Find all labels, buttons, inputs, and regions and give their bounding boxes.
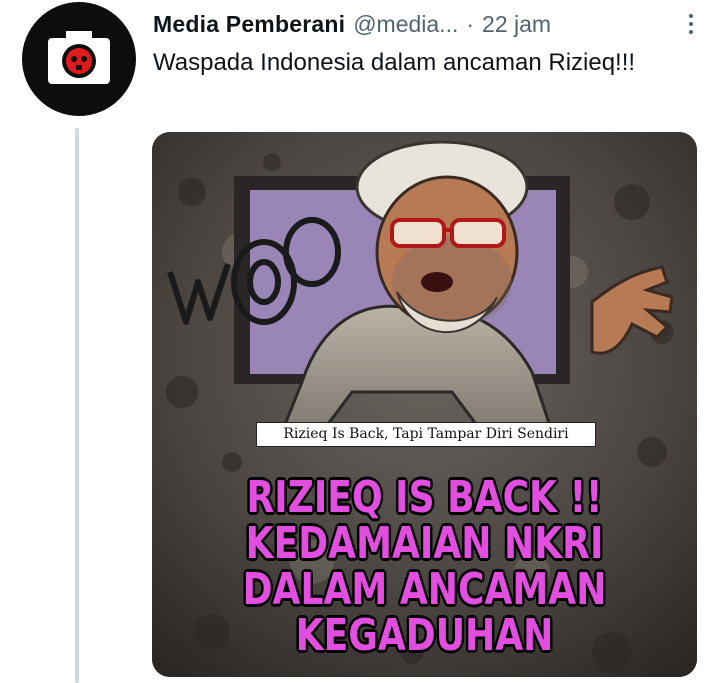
timestamp[interactable]: 22 jam	[482, 11, 551, 38]
avatar[interactable]	[22, 2, 136, 116]
headline-line: KEDAMAIAN NKRI	[245, 518, 604, 569]
headline-line: RIZIEQ IS BACK !!	[246, 472, 603, 523]
image-caption: Rizieq Is Back, Tapi Tampar Diri Sendiri	[256, 422, 596, 447]
camera-skull-icon	[48, 31, 110, 84]
tweet-header: Media Pemberani @media... · 22 jam	[153, 6, 709, 42]
author-name[interactable]: Media Pemberani	[153, 11, 345, 38]
author-handle[interactable]: @media...	[353, 11, 458, 38]
more-vertical-icon[interactable]	[679, 10, 703, 40]
separator-dot: ·	[466, 10, 475, 37]
tweet-text: Waspada Indonesia dalam ancaman Rizieq!!…	[153, 49, 636, 76]
headline-line: DALAM ANCAMAN	[242, 564, 607, 615]
thread-line	[75, 128, 79, 683]
tweet-image[interactable]: Rizieq Is Back, Tapi Tampar Diri Sendiri…	[152, 132, 697, 677]
headline-line: KEGADUHAN	[295, 610, 554, 661]
